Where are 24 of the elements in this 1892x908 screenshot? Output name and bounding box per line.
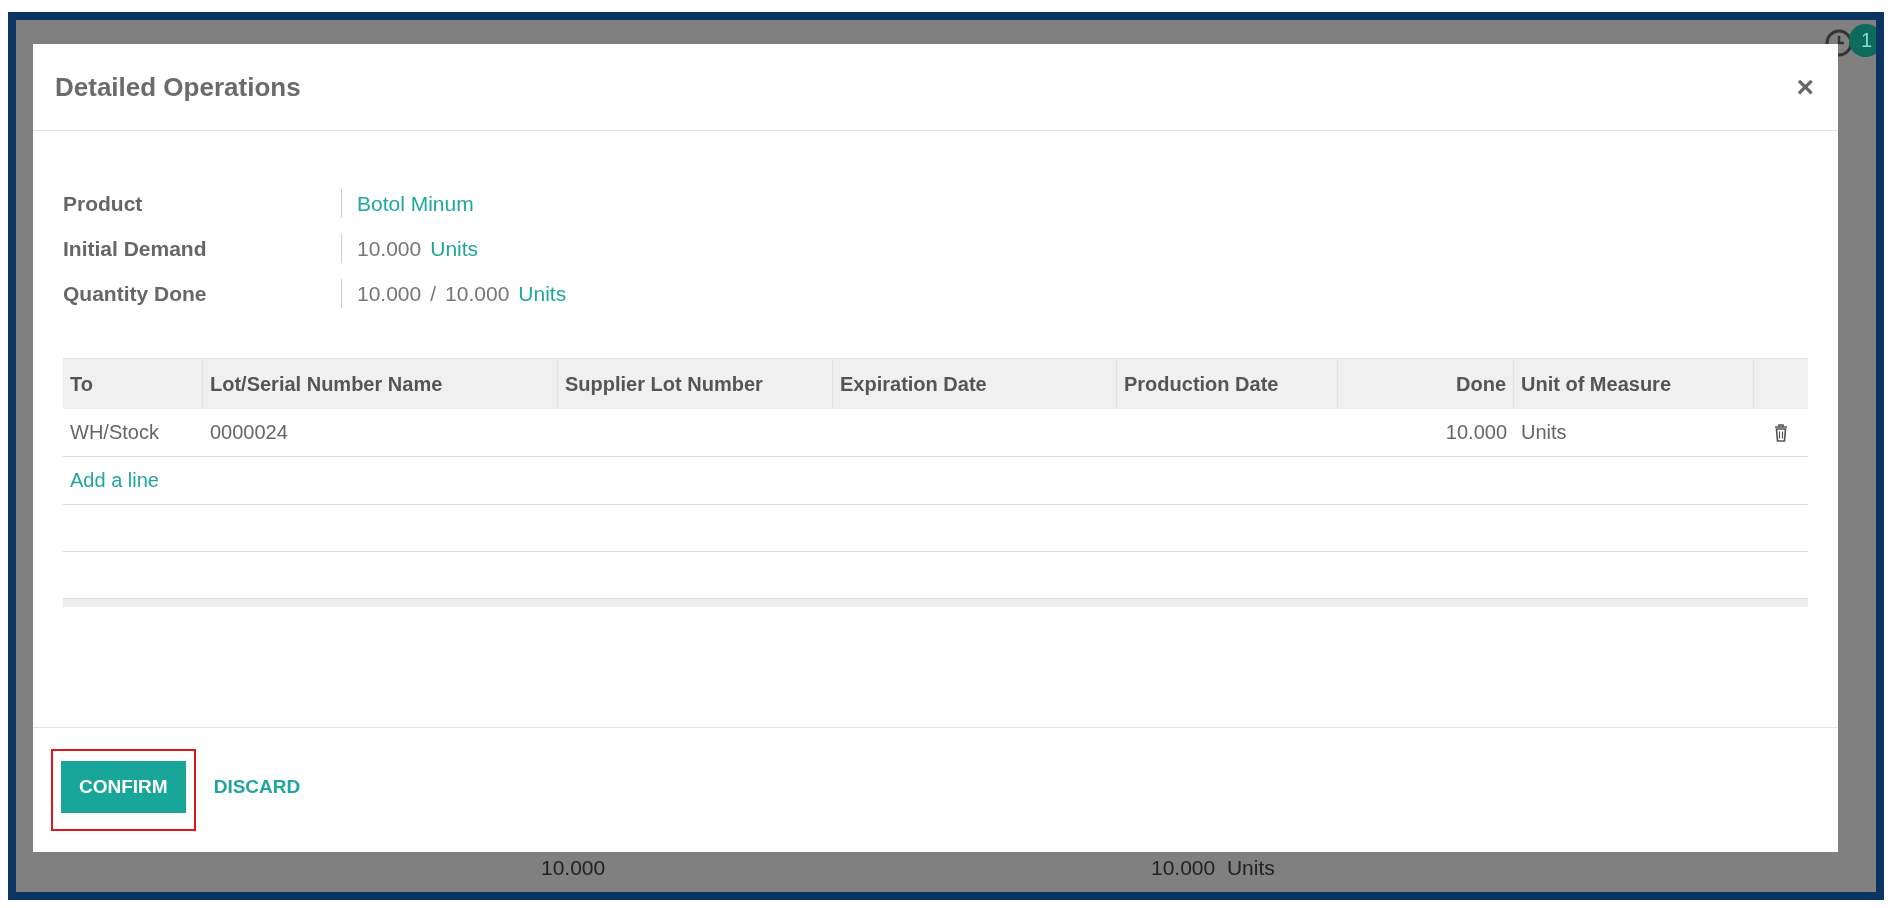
table-cell: WH/Stock xyxy=(70,421,159,443)
trash-icon[interactable] xyxy=(1774,423,1788,442)
close-button[interactable]: × xyxy=(1796,70,1814,104)
table-cell: 0000024 xyxy=(210,421,288,443)
dialog-title: Detailed Operations xyxy=(55,71,301,103)
column-header[interactable]: Supplier Lot Number xyxy=(558,359,833,409)
total-value: 10.000 Units xyxy=(1151,856,1275,880)
column-header[interactable]: Expiration Date xyxy=(833,359,1117,409)
field-value: 10.000 xyxy=(357,236,422,262)
field-value: / xyxy=(430,281,437,307)
column-header[interactable]: Done xyxy=(1338,359,1514,409)
column-header[interactable]: To xyxy=(63,359,203,409)
column-header[interactable]: Unit of Measure xyxy=(1514,359,1754,409)
field-value: 10.000 xyxy=(445,281,510,307)
field-label: Quantity Done xyxy=(63,281,208,307)
field-label: Initial Demand xyxy=(63,236,208,262)
total-value: 10.000 xyxy=(541,856,606,880)
table-cell: Units xyxy=(1521,421,1567,443)
table-cell: 10.000 xyxy=(1445,421,1507,443)
column-header[interactable]: Production Date xyxy=(1117,359,1338,409)
field-label: Product xyxy=(63,191,144,217)
column-header[interactable]: Lot/Serial Number Name xyxy=(203,359,558,409)
field-value: 10.000 xyxy=(357,281,422,307)
count-badge: 1 xyxy=(1848,24,1876,57)
